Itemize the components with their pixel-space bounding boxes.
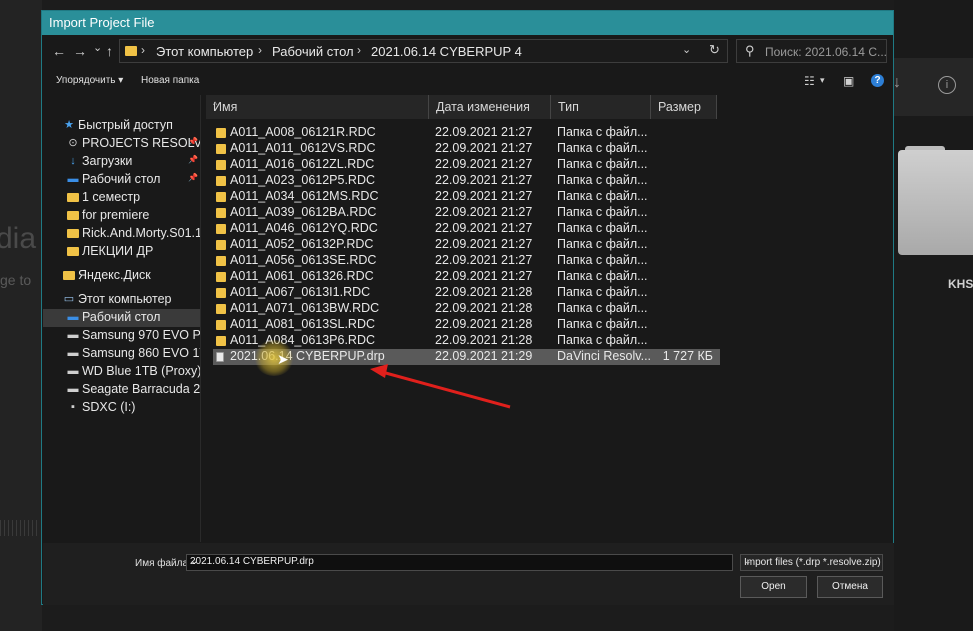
annotation-arrow-head	[370, 364, 388, 378]
annotation-arrow	[370, 364, 511, 409]
annotation-arrow-line	[381, 370, 511, 409]
